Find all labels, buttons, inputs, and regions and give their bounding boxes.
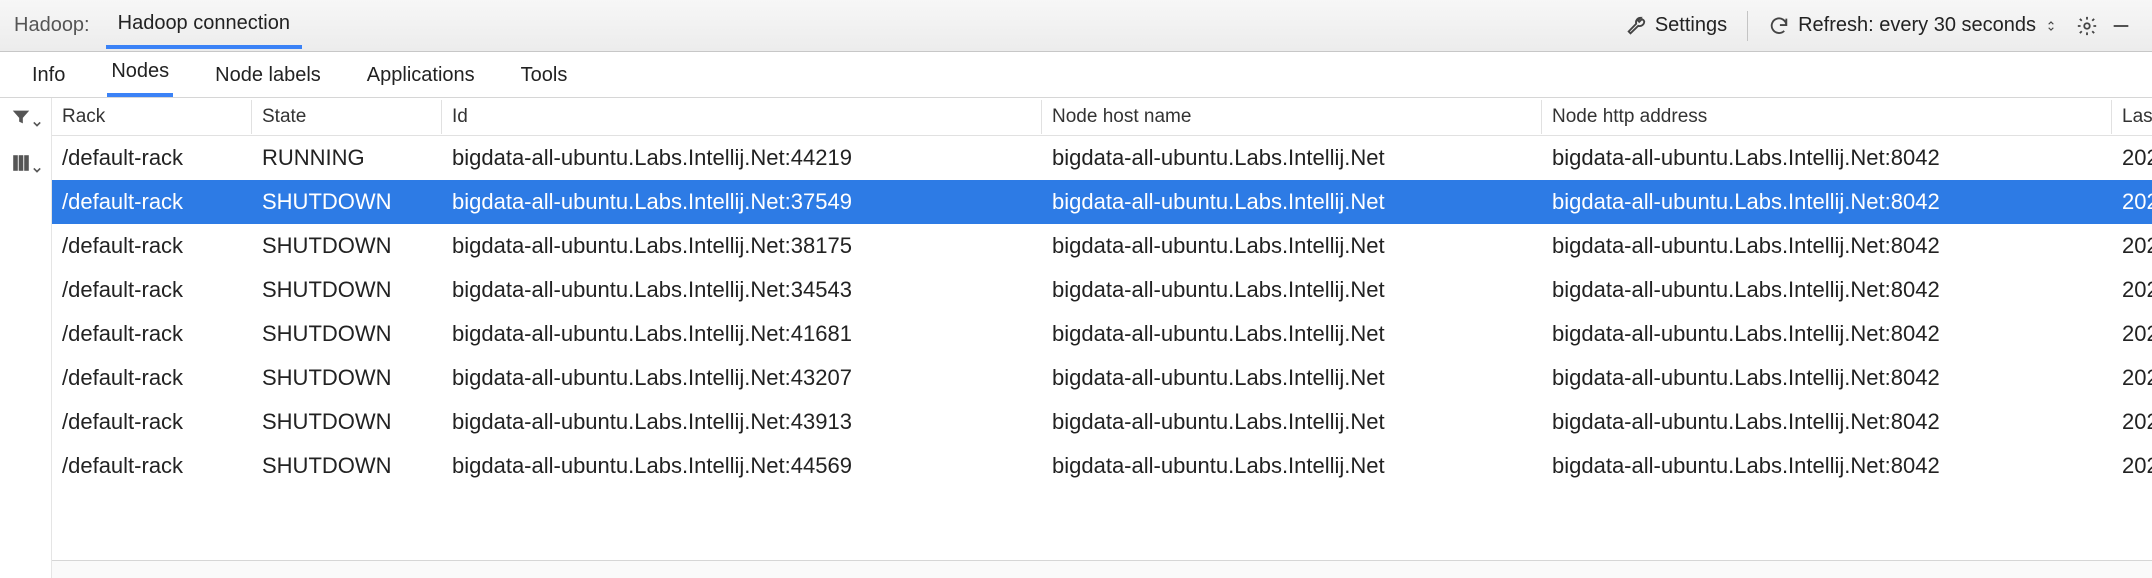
cell-host: bigdata-all-ubuntu.Labs.Intellij.Net	[1042, 315, 1542, 353]
cell-rack: /default-rack	[52, 183, 252, 221]
cell-last: 202	[2112, 271, 2152, 309]
table-gutter	[0, 98, 52, 578]
cell-rack: /default-rack	[52, 403, 252, 441]
cell-id: bigdata-all-ubuntu.Labs.Intellij.Net:445…	[442, 447, 1042, 485]
column-header-state[interactable]: State	[252, 100, 442, 134]
settings-button[interactable]: Settings	[1613, 8, 1739, 43]
cell-last: 202	[2112, 447, 2152, 485]
cell-state: SHUTDOWN	[252, 183, 442, 221]
cell-host: bigdata-all-ubuntu.Labs.Intellij.Net	[1042, 403, 1542, 441]
cell-rack: /default-rack	[52, 447, 252, 485]
columns-button[interactable]	[10, 152, 42, 180]
cell-http: bigdata-all-ubuntu.Labs.Intellij.Net:804…	[1542, 227, 2112, 265]
tab-node-labels[interactable]: Node labels	[211, 54, 325, 97]
cell-last: 202	[2112, 359, 2152, 397]
table-row[interactable]: /default-rackSHUTDOWNbigdata-all-ubuntu.…	[52, 268, 2152, 312]
table-row[interactable]: /default-rackSHUTDOWNbigdata-all-ubuntu.…	[52, 444, 2152, 488]
cell-rack: /default-rack	[52, 359, 252, 397]
cell-rack: /default-rack	[52, 139, 252, 177]
wrench-icon	[1625, 15, 1647, 37]
table-row[interactable]: /default-rackRUNNINGbigdata-all-ubuntu.L…	[52, 136, 2152, 180]
top-toolbar: Hadoop: Hadoop connection Settings Refre…	[0, 0, 2152, 52]
tab-info[interactable]: Info	[28, 54, 69, 97]
cell-state: SHUTDOWN	[252, 227, 442, 265]
cell-last: 202	[2112, 315, 2152, 353]
cell-state: SHUTDOWN	[252, 447, 442, 485]
settings-label: Settings	[1655, 14, 1727, 37]
cell-id: bigdata-all-ubuntu.Labs.Intellij.Net:416…	[442, 315, 1042, 353]
cell-id: bigdata-all-ubuntu.Labs.Intellij.Net:381…	[442, 227, 1042, 265]
connection-dropdown[interactable]: Hadoop connection	[106, 2, 302, 49]
cell-http: bigdata-all-ubuntu.Labs.Intellij.Net:804…	[1542, 403, 2112, 441]
toolbar-separator	[1747, 11, 1748, 41]
tab-applications[interactable]: Applications	[363, 54, 479, 97]
tab-bar: Info Nodes Node labels Applications Tools	[0, 52, 2152, 98]
cell-rack: /default-rack	[52, 315, 252, 353]
cell-host: bigdata-all-ubuntu.Labs.Intellij.Net	[1042, 447, 1542, 485]
cell-last: 202	[2112, 183, 2152, 221]
table-row[interactable]: /default-rackSHUTDOWNbigdata-all-ubuntu.…	[52, 356, 2152, 400]
cell-state: SHUTDOWN	[252, 315, 442, 353]
cell-host: bigdata-all-ubuntu.Labs.Intellij.Net	[1042, 183, 1542, 221]
minimize-button[interactable]	[2104, 9, 2138, 43]
table-row[interactable]: /default-rackSHUTDOWNbigdata-all-ubuntu.…	[52, 180, 2152, 224]
cell-host: bigdata-all-ubuntu.Labs.Intellij.Net	[1042, 271, 1542, 309]
cell-state: RUNNING	[252, 139, 442, 177]
gear-icon	[2076, 15, 2098, 37]
cell-state: SHUTDOWN	[252, 403, 442, 441]
cell-state: SHUTDOWN	[252, 271, 442, 309]
status-bar	[52, 560, 2152, 578]
refresh-label: Refresh: every 30 seconds	[1798, 14, 2036, 37]
cell-last: 202	[2112, 227, 2152, 265]
column-header-rack[interactable]: Rack	[52, 100, 252, 134]
refresh-dropdown[interactable]: Refresh: every 30 seconds	[1756, 8, 2070, 43]
cell-last: 202	[2112, 139, 2152, 177]
cell-http: bigdata-all-ubuntu.Labs.Intellij.Net:804…	[1542, 271, 2112, 309]
table-row[interactable]: /default-rackSHUTDOWNbigdata-all-ubuntu.…	[52, 224, 2152, 268]
cell-http: bigdata-all-ubuntu.Labs.Intellij.Net:804…	[1542, 447, 2112, 485]
cell-http: bigdata-all-ubuntu.Labs.Intellij.Net:804…	[1542, 139, 2112, 177]
column-header-las[interactable]: Las	[2112, 100, 2152, 134]
cell-http: bigdata-all-ubuntu.Labs.Intellij.Net:804…	[1542, 183, 2112, 221]
cell-host: bigdata-all-ubuntu.Labs.Intellij.Net	[1042, 139, 1542, 177]
refresh-icon	[1768, 15, 1790, 37]
cell-host: bigdata-all-ubuntu.Labs.Intellij.Net	[1042, 359, 1542, 397]
filter-button[interactable]	[10, 106, 42, 134]
tab-nodes[interactable]: Nodes	[107, 50, 173, 97]
cell-state: SHUTDOWN	[252, 359, 442, 397]
hadoop-label: Hadoop:	[14, 10, 90, 41]
cell-id: bigdata-all-ubuntu.Labs.Intellij.Net:345…	[442, 271, 1042, 309]
cell-id: bigdata-all-ubuntu.Labs.Intellij.Net:442…	[442, 139, 1042, 177]
minimize-icon	[2110, 15, 2132, 37]
cell-last: 202	[2112, 403, 2152, 441]
updown-icon	[2044, 15, 2058, 37]
table-row[interactable]: /default-rackSHUTDOWNbigdata-all-ubuntu.…	[52, 312, 2152, 356]
gear-button[interactable]	[2070, 9, 2104, 43]
cell-id: bigdata-all-ubuntu.Labs.Intellij.Net:439…	[442, 403, 1042, 441]
nodes-table: RackStateIdNode host nameNode http addre…	[52, 98, 2152, 578]
tab-tools[interactable]: Tools	[517, 54, 572, 97]
cell-host: bigdata-all-ubuntu.Labs.Intellij.Net	[1042, 227, 1542, 265]
cell-http: bigdata-all-ubuntu.Labs.Intellij.Net:804…	[1542, 315, 2112, 353]
column-header-node-http-address[interactable]: Node http address	[1542, 100, 2112, 134]
cell-id: bigdata-all-ubuntu.Labs.Intellij.Net:375…	[442, 183, 1042, 221]
cell-http: bigdata-all-ubuntu.Labs.Intellij.Net:804…	[1542, 359, 2112, 397]
cell-rack: /default-rack	[52, 227, 252, 265]
cell-id: bigdata-all-ubuntu.Labs.Intellij.Net:432…	[442, 359, 1042, 397]
column-header-id[interactable]: Id	[442, 100, 1042, 134]
cell-rack: /default-rack	[52, 271, 252, 309]
table-header-row: RackStateIdNode host nameNode http addre…	[52, 98, 2152, 136]
column-header-node-host-name[interactable]: Node host name	[1042, 100, 1542, 134]
table-row[interactable]: /default-rackSHUTDOWNbigdata-all-ubuntu.…	[52, 400, 2152, 444]
